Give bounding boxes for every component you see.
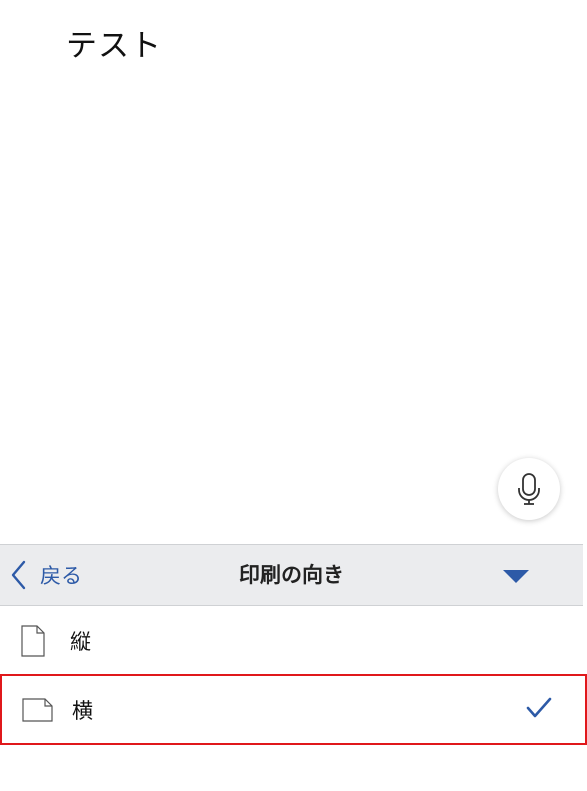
triangle-down-icon [503, 570, 529, 583]
option-label: 横 [72, 698, 93, 723]
collapse-panel-button[interactable] [498, 563, 534, 589]
document-canvas[interactable]: テスト [0, 0, 587, 544]
option-landscape[interactable]: 横 [0, 674, 587, 745]
document-text[interactable]: テスト [66, 20, 162, 65]
back-button[interactable]: 戻る [10, 545, 82, 605]
option-label: 縦 [70, 629, 91, 654]
microphone-icon [518, 473, 540, 505]
page-portrait-icon [20, 624, 46, 657]
panel-header: 印刷の向き 戻る [0, 544, 583, 606]
panel-title: 印刷の向き [239, 563, 344, 587]
page-landscape-icon [22, 697, 54, 722]
dictate-button[interactable] [498, 458, 560, 520]
back-label: 戻る [40, 564, 82, 588]
checkmark-icon [526, 697, 552, 723]
option-portrait[interactable]: 縦 [0, 607, 583, 675]
chevron-left-icon [11, 560, 26, 590]
